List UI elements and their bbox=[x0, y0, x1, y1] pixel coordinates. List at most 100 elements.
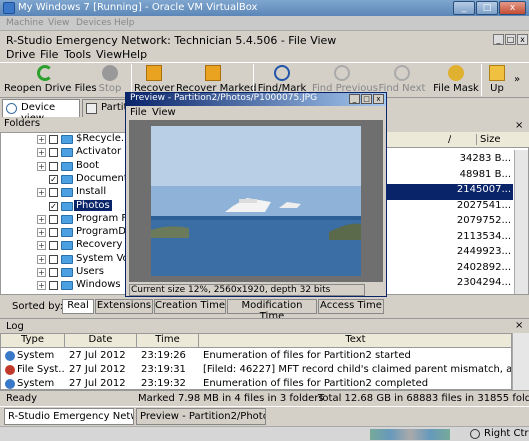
folder-label: Activator bbox=[76, 146, 122, 158]
preview-menu-view[interactable]: View bbox=[152, 107, 176, 118]
expand-toggle[interactable]: + bbox=[37, 241, 46, 251]
menu-file[interactable]: File bbox=[40, 48, 58, 61]
up-button[interactable]: Up bbox=[484, 63, 510, 97]
folder-checkbox[interactable]: ✓ bbox=[49, 174, 58, 184]
folder-checkbox[interactable] bbox=[49, 188, 58, 198]
folder-icon bbox=[61, 254, 73, 264]
log-row[interactable]: System 27 Jul 2012 23:19:32 Enumeration of … bbox=[1, 377, 511, 389]
log-col-text[interactable]: Text bbox=[199, 334, 511, 348]
file-list: 34283 B... 48981 B... 2145007... 2027541...… bbox=[386, 132, 529, 295]
mdi-close-button[interactable]: x bbox=[517, 34, 528, 45]
preview-title-bar[interactable]: Preview - Partition2/Photos/P1000075.JPG bbox=[126, 93, 386, 106]
log-row[interactable]: File Syst... 27 Jul 2012 23:19:31 [FileId: … bbox=[1, 363, 511, 377]
maximize-button[interactable]: □ bbox=[476, 1, 498, 15]
file-row[interactable]: 2113534... bbox=[387, 231, 513, 247]
menu-tools[interactable]: Tools bbox=[64, 48, 91, 61]
folder-checkbox[interactable] bbox=[49, 254, 58, 264]
log-cell-type: File Syst... bbox=[17, 364, 65, 375]
task-rstudio[interactable]: R-Studio Emergency Networ... bbox=[4, 408, 134, 425]
folder-checkbox[interactable]: ✓ bbox=[49, 201, 58, 211]
stop-icon bbox=[102, 65, 118, 81]
file-row[interactable]: 2079752... bbox=[387, 215, 513, 231]
folder-label: Recovery bbox=[76, 239, 123, 251]
log-col-time[interactable]: Time bbox=[137, 334, 199, 348]
preview-menu-file[interactable]: File bbox=[130, 107, 147, 118]
minimize-button[interactable]: _ bbox=[453, 1, 475, 15]
file-row[interactable]: 34283 B... bbox=[387, 153, 513, 169]
file-row[interactable]: 2449923... bbox=[387, 246, 513, 262]
vbox-menu-help[interactable]: Help bbox=[114, 18, 135, 28]
preview-minimize-button[interactable]: _ bbox=[349, 94, 360, 104]
folder-checkbox[interactable] bbox=[49, 268, 58, 277]
size-column-header[interactable]: Size bbox=[476, 134, 514, 145]
close-button[interactable]: x bbox=[499, 1, 526, 15]
folder-checkbox[interactable] bbox=[49, 228, 58, 238]
log-row[interactable]: System 27 Jul 2012 23:19:26 Enumeration of … bbox=[1, 349, 511, 363]
folder-checkbox[interactable] bbox=[49, 161, 58, 171]
files-panel-close-icon[interactable]: × bbox=[515, 120, 523, 131]
vbox-menu-view[interactable]: View bbox=[48, 18, 69, 28]
toolbar-overflow-chevron[interactable]: » bbox=[514, 74, 520, 85]
refresh-icon bbox=[37, 65, 53, 81]
status-ready: Ready bbox=[6, 393, 38, 404]
expand-toggle[interactable]: + bbox=[37, 228, 46, 238]
file-mask-button[interactable]: File Mask bbox=[432, 63, 480, 97]
vbox-menu-devices[interactable]: Devices bbox=[76, 18, 111, 28]
host-key-label: Right Ctrl bbox=[484, 428, 529, 439]
virtualbox-icon bbox=[3, 2, 15, 14]
expand-toggle[interactable]: + bbox=[37, 161, 46, 171]
folder-checkbox[interactable] bbox=[49, 148, 58, 158]
menu-help[interactable]: Help bbox=[122, 48, 147, 61]
file-list-scrollbar[interactable] bbox=[514, 150, 528, 294]
folder-icon bbox=[61, 281, 73, 291]
menu-view[interactable]: View bbox=[96, 48, 122, 61]
file-row[interactable]: 2402892... bbox=[387, 262, 513, 278]
folder-checkbox[interactable] bbox=[49, 214, 58, 224]
recover-icon bbox=[146, 65, 162, 81]
vbox-menu-machine[interactable]: Machine bbox=[6, 18, 44, 28]
expand-toggle[interactable]: + bbox=[37, 214, 46, 224]
task-preview[interactable]: Preview - Partition2/Photos/P... bbox=[136, 408, 266, 425]
toolbar-separator bbox=[481, 64, 482, 96]
reopen-drive-files-button[interactable]: Reopen Drive Files bbox=[4, 63, 97, 97]
log-col-date[interactable]: Date bbox=[65, 334, 137, 348]
mdi-minimize-button[interactable]: _ bbox=[493, 34, 504, 45]
log-col-type[interactable]: Type bbox=[1, 334, 65, 348]
folder-checkbox[interactable] bbox=[49, 135, 58, 144]
log-scrollbar[interactable] bbox=[512, 333, 529, 390]
photo-boat-image bbox=[151, 126, 361, 276]
log-cell-date: 27 Jul 2012 bbox=[69, 378, 126, 389]
log-cell-time: 23:19:31 bbox=[141, 364, 186, 375]
sort-tab-real[interactable]: Real bbox=[62, 299, 94, 314]
mouse-integration-icon bbox=[470, 429, 480, 439]
expand-toggle[interactable]: + bbox=[37, 135, 46, 144]
mdi-restore-button[interactable]: □ bbox=[505, 34, 516, 45]
stop-button[interactable]: Stop bbox=[92, 63, 128, 97]
file-row[interactable]: 48981 B... bbox=[387, 169, 513, 185]
sort-tab-modification-time[interactable]: Modification Time bbox=[227, 299, 317, 322]
folder-icon bbox=[61, 214, 73, 224]
vbox-device-icons bbox=[370, 429, 450, 440]
folder-checkbox[interactable] bbox=[49, 281, 58, 291]
file-row[interactable]: 2304294... bbox=[387, 277, 513, 293]
expand-toggle[interactable]: + bbox=[37, 188, 46, 198]
log-cell-text: [FileId: 46227] MFT record child's claim… bbox=[203, 364, 511, 375]
sort-tab-creation-time[interactable]: Creation Time bbox=[154, 299, 226, 314]
file-row[interactable]: 2027541... bbox=[387, 200, 513, 216]
sort-tab-access-time[interactable]: Access Time bbox=[318, 299, 384, 314]
expand-toggle[interactable]: + bbox=[37, 268, 46, 277]
expand-toggle[interactable]: + bbox=[37, 254, 46, 264]
folder-checkbox[interactable] bbox=[49, 241, 58, 251]
preview-maximize-button[interactable]: □ bbox=[361, 94, 372, 104]
folder-label: Install bbox=[76, 186, 107, 198]
expand-toggle[interactable]: + bbox=[37, 148, 46, 158]
expand-toggle[interactable]: + bbox=[37, 281, 46, 291]
file-row[interactable]: 2145007... bbox=[387, 184, 513, 200]
log-close-icon[interactable]: × bbox=[515, 320, 523, 331]
folder-label: Users bbox=[76, 266, 105, 277]
sort-tab-extensions[interactable]: Extensions bbox=[95, 299, 153, 314]
tab-device-view[interactable]: Device view bbox=[2, 99, 80, 124]
preview-close-button[interactable]: x bbox=[373, 94, 384, 104]
folder-icon bbox=[61, 135, 73, 144]
menu-drive[interactable]: Drive bbox=[6, 48, 35, 61]
